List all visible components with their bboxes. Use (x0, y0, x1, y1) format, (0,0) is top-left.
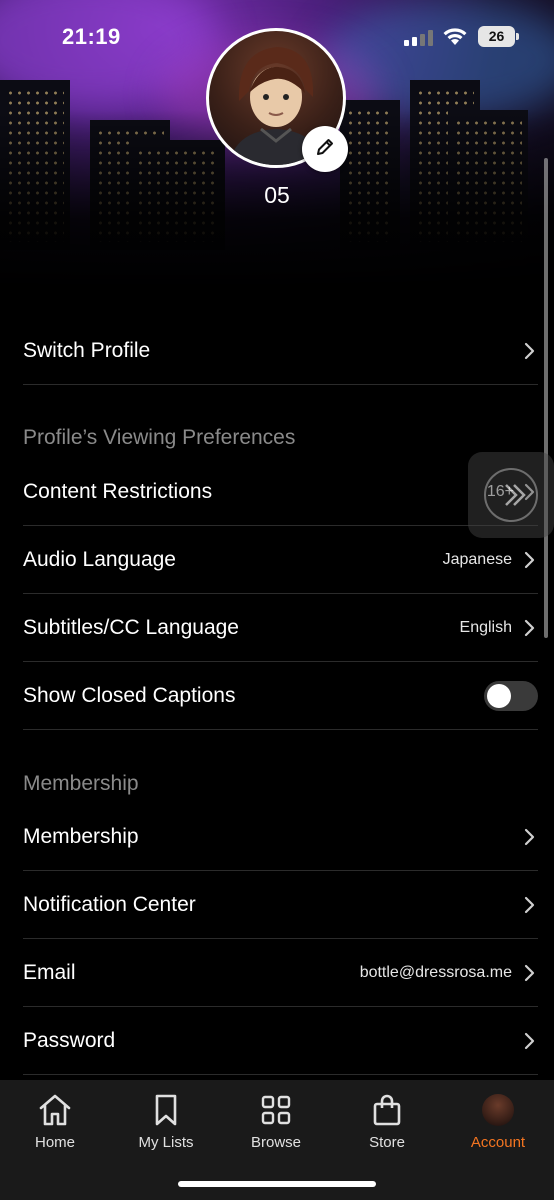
profile-avatar-container (206, 28, 348, 172)
section-header-viewing-preferences: Profile’s Viewing Preferences (23, 426, 296, 449)
chevron-right-icon (524, 963, 538, 983)
tab-label: My Lists (138, 1134, 194, 1151)
grid-icon (226, 1090, 326, 1130)
row-label: Switch Profile (23, 338, 151, 362)
scrollbar[interactable] (544, 158, 548, 638)
content-restrictions-row[interactable]: Content Restrictions 16+ (23, 458, 538, 526)
row-value: English (459, 618, 512, 636)
profile-name: 05 (264, 182, 290, 208)
section-header-membership: Membership (23, 772, 139, 795)
row-value: Japanese (442, 550, 512, 568)
audio-language-row[interactable]: Audio Language Japanese (23, 526, 538, 594)
pencil-icon (314, 136, 336, 163)
tab-label: Account (470, 1134, 526, 1151)
row-label: Password (23, 1028, 116, 1052)
tab-label: Browse (250, 1134, 302, 1151)
status-time: 21:19 (62, 24, 121, 49)
bookmark-icon (116, 1090, 216, 1130)
avatar (482, 1094, 514, 1126)
closed-captions-row: Show Closed Captions (23, 662, 538, 730)
chevron-right-icon (524, 827, 538, 847)
chevron-right-icon (524, 895, 538, 915)
notification-center-row[interactable]: Notification Center (23, 871, 538, 939)
shopping-bag-icon (337, 1090, 437, 1130)
floating-assistive-button[interactable] (468, 452, 554, 538)
tab-store[interactable]: Store (337, 1090, 437, 1151)
toggle-knob (487, 683, 511, 708)
closed-captions-toggle[interactable] (484, 680, 538, 711)
row-label: Email (23, 960, 76, 984)
row-label: Subtitles/CC Language (23, 615, 239, 639)
row-label: Audio Language (23, 547, 176, 571)
cellular-signal-icon (404, 30, 434, 51)
tab-label: Store (369, 1134, 405, 1151)
row-value: bottle@dressrosa.me (359, 963, 512, 981)
switch-profile-row[interactable]: Switch Profile (23, 317, 538, 385)
email-row[interactable]: Email bottle@dressrosa.me (23, 939, 538, 1007)
chevron-right-icon (524, 1031, 538, 1051)
chevron-right-icon (524, 341, 538, 361)
battery-icon: 26 (478, 26, 519, 47)
chevron-right-icon (524, 618, 538, 638)
tab-browse[interactable]: Browse (226, 1090, 326, 1151)
subtitles-language-row[interactable]: Subtitles/CC Language English (23, 594, 538, 662)
row-label: Membership (23, 824, 139, 848)
tab-home[interactable]: Home (5, 1090, 105, 1151)
home-indicator[interactable] (178, 1181, 376, 1187)
row-label: Show Closed Captions (23, 683, 236, 707)
edit-avatar-button[interactable] (302, 126, 348, 172)
password-row[interactable]: Password (23, 1007, 538, 1075)
row-label: Notification Center (23, 892, 196, 916)
home-icon (5, 1090, 105, 1130)
tab-account[interactable]: Account (448, 1090, 548, 1151)
tab-my-lists[interactable]: My Lists (116, 1090, 216, 1151)
chevron-right-icon (524, 550, 538, 570)
row-label: Content Restrictions (23, 479, 213, 503)
tab-label: Home (34, 1134, 75, 1151)
membership-row[interactable]: Membership (23, 803, 538, 871)
double-chevron-right-icon (484, 468, 538, 522)
wifi-icon (442, 26, 468, 51)
